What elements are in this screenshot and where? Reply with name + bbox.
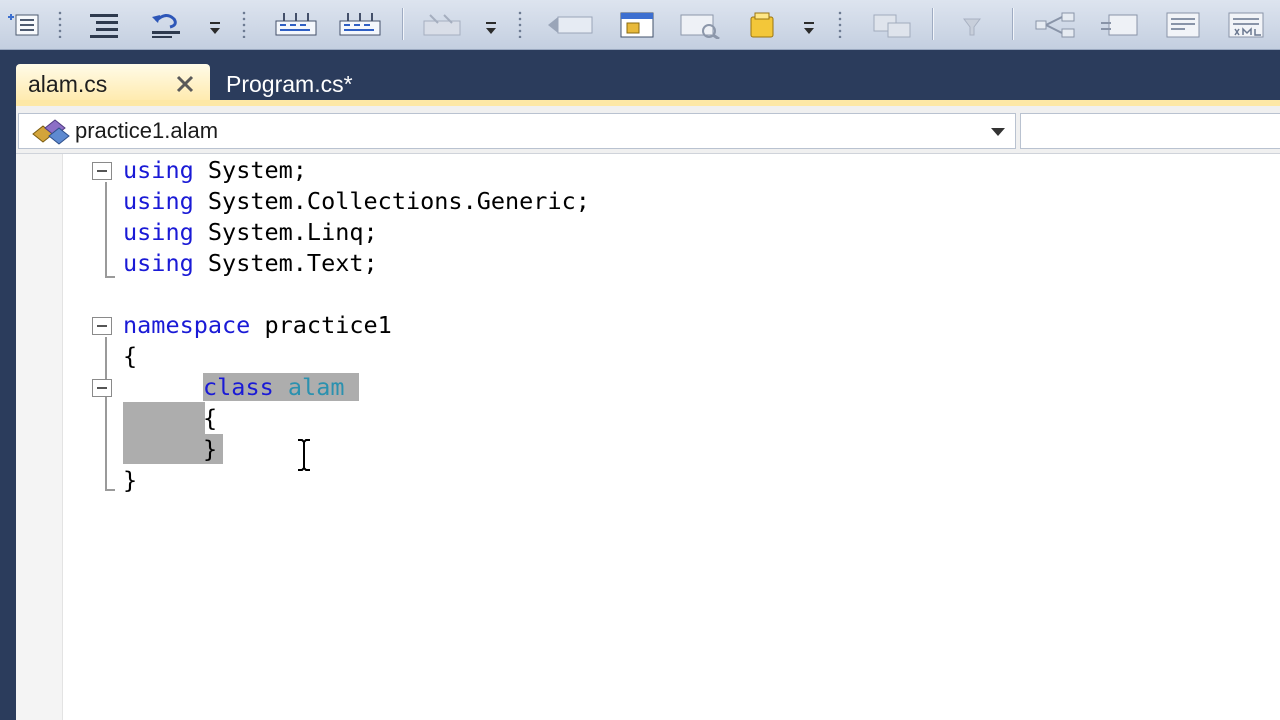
code-text: System; [193, 156, 307, 184]
selection-highlight [123, 402, 205, 434]
collapse-icon[interactable] [92, 379, 112, 397]
code-text: { [203, 404, 218, 432]
tab-label: Program.cs* [226, 70, 353, 97]
collapse-icon[interactable] [92, 162, 112, 180]
undo-comment-icon[interactable] [140, 10, 192, 40]
code-line-6: namespace practice1 [123, 310, 392, 341]
type-selector-dropdown[interactable]: practice1.alam [18, 113, 1016, 149]
toolbar-grip[interactable] [838, 10, 842, 38]
bookmark-next-icon[interactable] [332, 10, 388, 40]
code-editor[interactable]: using System; using System.Collections.G… [16, 154, 1280, 720]
keyword: using [123, 156, 194, 184]
code-text: practice1 [250, 311, 392, 339]
outline-guide [105, 182, 107, 278]
keyword: namespace [123, 311, 251, 339]
code-line-7: { [123, 341, 137, 372]
code-text: } [123, 466, 138, 494]
outline-guide [105, 399, 107, 461]
object-browser-icon[interactable] [672, 10, 726, 40]
keyword: class [203, 373, 274, 401]
resource-icon[interactable] [1156, 10, 1210, 40]
code-text: System.Collections.Generic; [193, 187, 590, 215]
diagram-icon[interactable] [1026, 10, 1084, 40]
outline-icon[interactable] [4, 10, 48, 40]
class-view-icon[interactable] [1094, 10, 1148, 40]
toolbar-grip[interactable] [58, 10, 62, 38]
toolbar [0, 0, 1280, 50]
document-tab-strip: alam.cs Program.cs* [0, 50, 1280, 106]
tab-label: alam.cs [28, 70, 108, 97]
keyword: using [123, 187, 194, 215]
code-line-11: } [123, 465, 137, 496]
code-text: System.Linq; [193, 218, 378, 246]
code-text: } [203, 435, 218, 463]
type-selector-value: practice1.alam [75, 118, 219, 143]
editor-gutter [16, 154, 63, 720]
tab-program-cs[interactable]: Program.cs* [226, 64, 426, 104]
code-line-9: { [203, 403, 217, 434]
bookmark-disabled-icon[interactable] [414, 10, 470, 40]
keyword: using [123, 218, 194, 246]
collapse-icon[interactable] [92, 317, 112, 335]
code-line-8: class alam [203, 372, 359, 403]
format-indent-icon[interactable] [78, 10, 130, 40]
code-line-4: using System.Text; [123, 248, 378, 279]
ibeam-cursor-icon [294, 438, 314, 472]
bookmark-icon[interactable] [268, 10, 324, 40]
toolbox-icon[interactable] [736, 10, 786, 40]
navigation-bar: practice1.alam [16, 106, 1280, 154]
member-selector-dropdown[interactable] [1020, 113, 1280, 149]
toolbar-grip[interactable] [518, 10, 522, 38]
type-name: alam [287, 373, 345, 401]
class-icon [25, 115, 73, 147]
code-line-10: } [203, 434, 217, 465]
toolbar-separator [1012, 8, 1013, 40]
properties-icon[interactable] [610, 10, 664, 40]
close-icon[interactable] [174, 73, 196, 95]
code-text: System.Text; [193, 249, 378, 277]
navigate-back-icon[interactable] [540, 10, 602, 40]
keyword: using [123, 249, 194, 277]
ide-window: alam.cs Program.cs* practice1.alam using… [0, 0, 1280, 720]
dropdown-arrow-icon[interactable] [484, 18, 498, 38]
code-text: { [123, 342, 138, 370]
tab-alam-cs[interactable]: alam.cs [16, 64, 210, 104]
dropdown-arrow-icon[interactable] [208, 18, 222, 38]
server-explorer-icon[interactable] [860, 10, 922, 40]
toolbar-separator [932, 8, 933, 40]
toolbar-grip[interactable] [242, 10, 246, 38]
outline-guide [105, 276, 115, 278]
chevron-down-icon[interactable] [989, 125, 1007, 137]
dropdown-arrow-icon[interactable] [802, 18, 816, 38]
toolbar-separator [402, 8, 403, 40]
code-line-3: using System.Linq; [123, 217, 378, 248]
code-line-2: using System.Collections.Generic; [123, 186, 590, 217]
xml-icon[interactable] [1218, 10, 1276, 40]
code-line-1: using System; [123, 155, 307, 186]
filter-icon[interactable] [946, 10, 998, 40]
outline-guide [105, 489, 115, 491]
